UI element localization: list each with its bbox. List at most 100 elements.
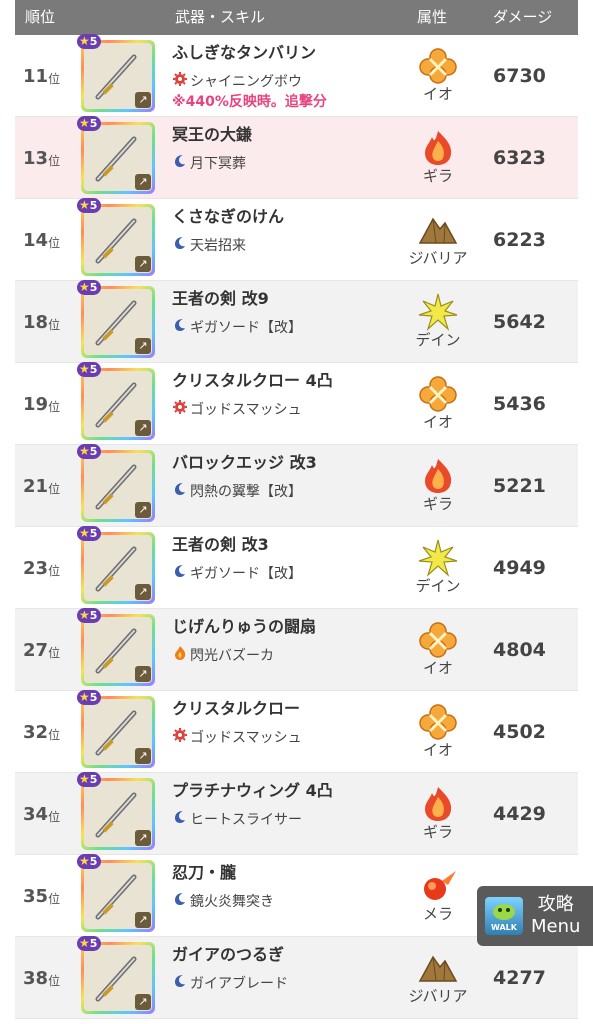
weapon-thumbnail[interactable]: ↗ ★5 (77, 444, 155, 522)
weapon-thumbnail[interactable]: ↗ ★5 (77, 362, 155, 440)
moon-skill-icon (172, 235, 190, 256)
rank-cell: 32 位 (23, 691, 60, 773)
weapon-name[interactable]: プラチナウィング 4凸 (172, 781, 333, 801)
table-row[interactable]: 18 位 ↗ ★5 王者の剣 改9 ギガソード【改】 デイン 5642 (15, 280, 578, 363)
weapon-name[interactable]: バロックエッジ 改3 (172, 453, 317, 473)
attribute-label: デイン (415, 577, 461, 595)
rank-cell: 13 位 (23, 117, 60, 199)
damage-value: 6223 (493, 229, 546, 251)
weapon-name[interactable]: クリスタルクロー (172, 699, 300, 719)
table-row[interactable]: 19 位 ↗ ★5 クリスタルクロー 4凸 ゴッドスマッシュ イオ 5436 (15, 362, 578, 445)
weapon-thumbnail[interactable]: ↗ ★5 (77, 772, 155, 850)
skill-name: ヒートスライサー (190, 811, 302, 828)
table-row[interactable]: 38 位 ↗ ★5 ガイアのつるぎ ガイアブレード ジバリア 4277 (15, 936, 578, 1019)
rarity-badge: ★5 (77, 116, 102, 131)
attribute-label: メラ (422, 905, 453, 923)
table-row[interactable]: 13 位 ↗ ★5 冥王の大鎌 月下冥葬 ギラ 6323 (15, 116, 578, 199)
weapon-name[interactable]: 冥王の大鎌 (172, 125, 252, 145)
dein-attribute-icon (418, 539, 458, 577)
attribute-cell: イオ (393, 621, 483, 677)
table-row[interactable]: 27 位 ↗ ★5 じげんりゅうの闘扇 閃光バズーカ イオ 4804 (15, 608, 578, 691)
star-icon: ★ (79, 280, 90, 294)
table-row[interactable]: 14 位 ↗ ★5 くさなぎのけん 天岩招来 ジバリア 6223 (15, 198, 578, 281)
header-weapon-skill: 武器・スキル (175, 8, 266, 26)
rank-suffix: 位 (48, 399, 61, 414)
weapon-type-icon: ↗ (135, 830, 151, 846)
star-icon: ★ (79, 772, 90, 786)
weapon-type-icon: ↗ (135, 748, 151, 764)
weapon-image: ↗ (84, 617, 152, 683)
weapon-thumbnail[interactable]: ↗ ★5 (77, 526, 155, 604)
attribute-cell: ギラ (393, 785, 483, 841)
io-attribute-icon (418, 703, 458, 741)
rank-suffix: 位 (48, 481, 61, 496)
weapon-thumbnail[interactable]: ↗ ★5 (77, 608, 155, 686)
damage-value: 5221 (493, 475, 546, 497)
skill: ゴッドスマッシュ (172, 399, 302, 420)
weapon-type-icon: ↗ (135, 502, 151, 518)
star-icon: ★ (79, 526, 90, 540)
rank-suffix: 位 (48, 645, 61, 660)
star-icon: ★ (79, 198, 90, 212)
weapon-thumbnail[interactable]: ↗ ★5 (77, 936, 155, 1014)
star-icon: ★ (79, 444, 90, 458)
skill-name: 天岩招来 (190, 237, 246, 254)
attribute-label: イオ (422, 413, 453, 431)
weapon-name[interactable]: くさなぎのけん (172, 207, 284, 227)
attribute-label: ギラ (422, 167, 453, 185)
rank-number: 23 (23, 557, 49, 579)
rank-suffix: 位 (48, 71, 61, 86)
table-row[interactable]: 34 位 ↗ ★5 プラチナウィング 4凸 ヒートスライサー ギラ 4429 (15, 772, 578, 855)
damage-value: 4277 (493, 967, 546, 989)
skill-name: ゴッドスマッシュ (190, 401, 302, 418)
weapon-thumbnail[interactable]: ↗ ★5 (77, 116, 155, 194)
table-row[interactable]: 11 位 ↗ ★5 ふしぎなタンバリン シャイニングボウ ※440%反映時。追撃分 イオ 673… (15, 34, 578, 117)
table-row[interactable]: 23 位 ↗ ★5 王者の剣 改3 ギガソード【改】 デイン 4949 (15, 526, 578, 609)
damage-value: 5436 (493, 393, 546, 415)
weapon-name[interactable]: ふしぎなタンバリン (172, 43, 316, 63)
weapon-thumbnail[interactable]: ↗ ★5 (77, 280, 155, 358)
rank-number: 34 (23, 803, 49, 825)
rank-cell: 35 位 (23, 855, 60, 937)
weapon-name[interactable]: じげんりゅうの闘扇 (172, 617, 316, 637)
moon-skill-icon (172, 973, 190, 994)
weapon-thumbnail[interactable]: ↗ ★5 (77, 854, 155, 932)
weapon-thumbnail[interactable]: ↗ ★5 (77, 34, 155, 112)
damage-value: 4949 (493, 557, 546, 579)
star-icon: ★ (79, 362, 90, 376)
rarity-badge: ★5 (77, 34, 102, 49)
weapon-type-icon: ↗ (135, 584, 151, 600)
dein-attribute-icon (418, 293, 458, 331)
rank-number: 38 (23, 967, 49, 989)
rank-suffix: 位 (48, 563, 61, 578)
rank-suffix: 位 (48, 317, 61, 332)
rank-number: 11 (23, 65, 49, 87)
table-header: 順位 武器・スキル 属性 ダメージ (15, 0, 578, 35)
skill: シャイニングボウ (172, 71, 302, 92)
table-row[interactable]: 32 位 ↗ ★5 クリスタルクロー ゴッドスマッシュ イオ 4502 (15, 690, 578, 773)
weapon-name[interactable]: ガイアのつるぎ (172, 945, 284, 965)
weapon-name[interactable]: 忍刀・朧 (172, 863, 236, 883)
guide-menu-button[interactable]: WALK 攻略 Menu (477, 886, 593, 946)
gear-skill-icon (172, 399, 190, 420)
weapon-name[interactable]: 王者の剣 改3 (172, 535, 269, 555)
weapon-thumbnail[interactable]: ↗ ★5 (77, 198, 155, 276)
skill: 閃熱の翼撃【改】 (172, 481, 302, 502)
weapon-image: ↗ (84, 699, 152, 765)
skill-name: 月下冥葬 (190, 155, 246, 172)
rank-number: 32 (23, 721, 49, 743)
io-attribute-icon (418, 47, 458, 85)
skill: ゴッドスマッシュ (172, 727, 302, 748)
weapon-image: ↗ (84, 43, 152, 109)
jibaria-attribute-icon (418, 211, 458, 249)
weapon-thumbnail[interactable]: ↗ ★5 (77, 690, 155, 768)
weapon-name[interactable]: クリスタルクロー 4凸 (172, 371, 333, 391)
gear-skill-icon (172, 727, 190, 748)
weapon-name[interactable]: 王者の剣 改9 (172, 289, 269, 309)
table-row[interactable]: 21 位 ↗ ★5 バロックエッジ 改3 閃熱の翼撃【改】 ギラ 5221 (15, 444, 578, 527)
skill: ギガソード【改】 (172, 317, 302, 338)
attribute-label: ジバリア (408, 987, 468, 1005)
skill-name: 閃光バズーカ (190, 647, 274, 664)
weapon-image: ↗ (84, 289, 152, 355)
weapon-type-icon: ↗ (135, 912, 151, 928)
